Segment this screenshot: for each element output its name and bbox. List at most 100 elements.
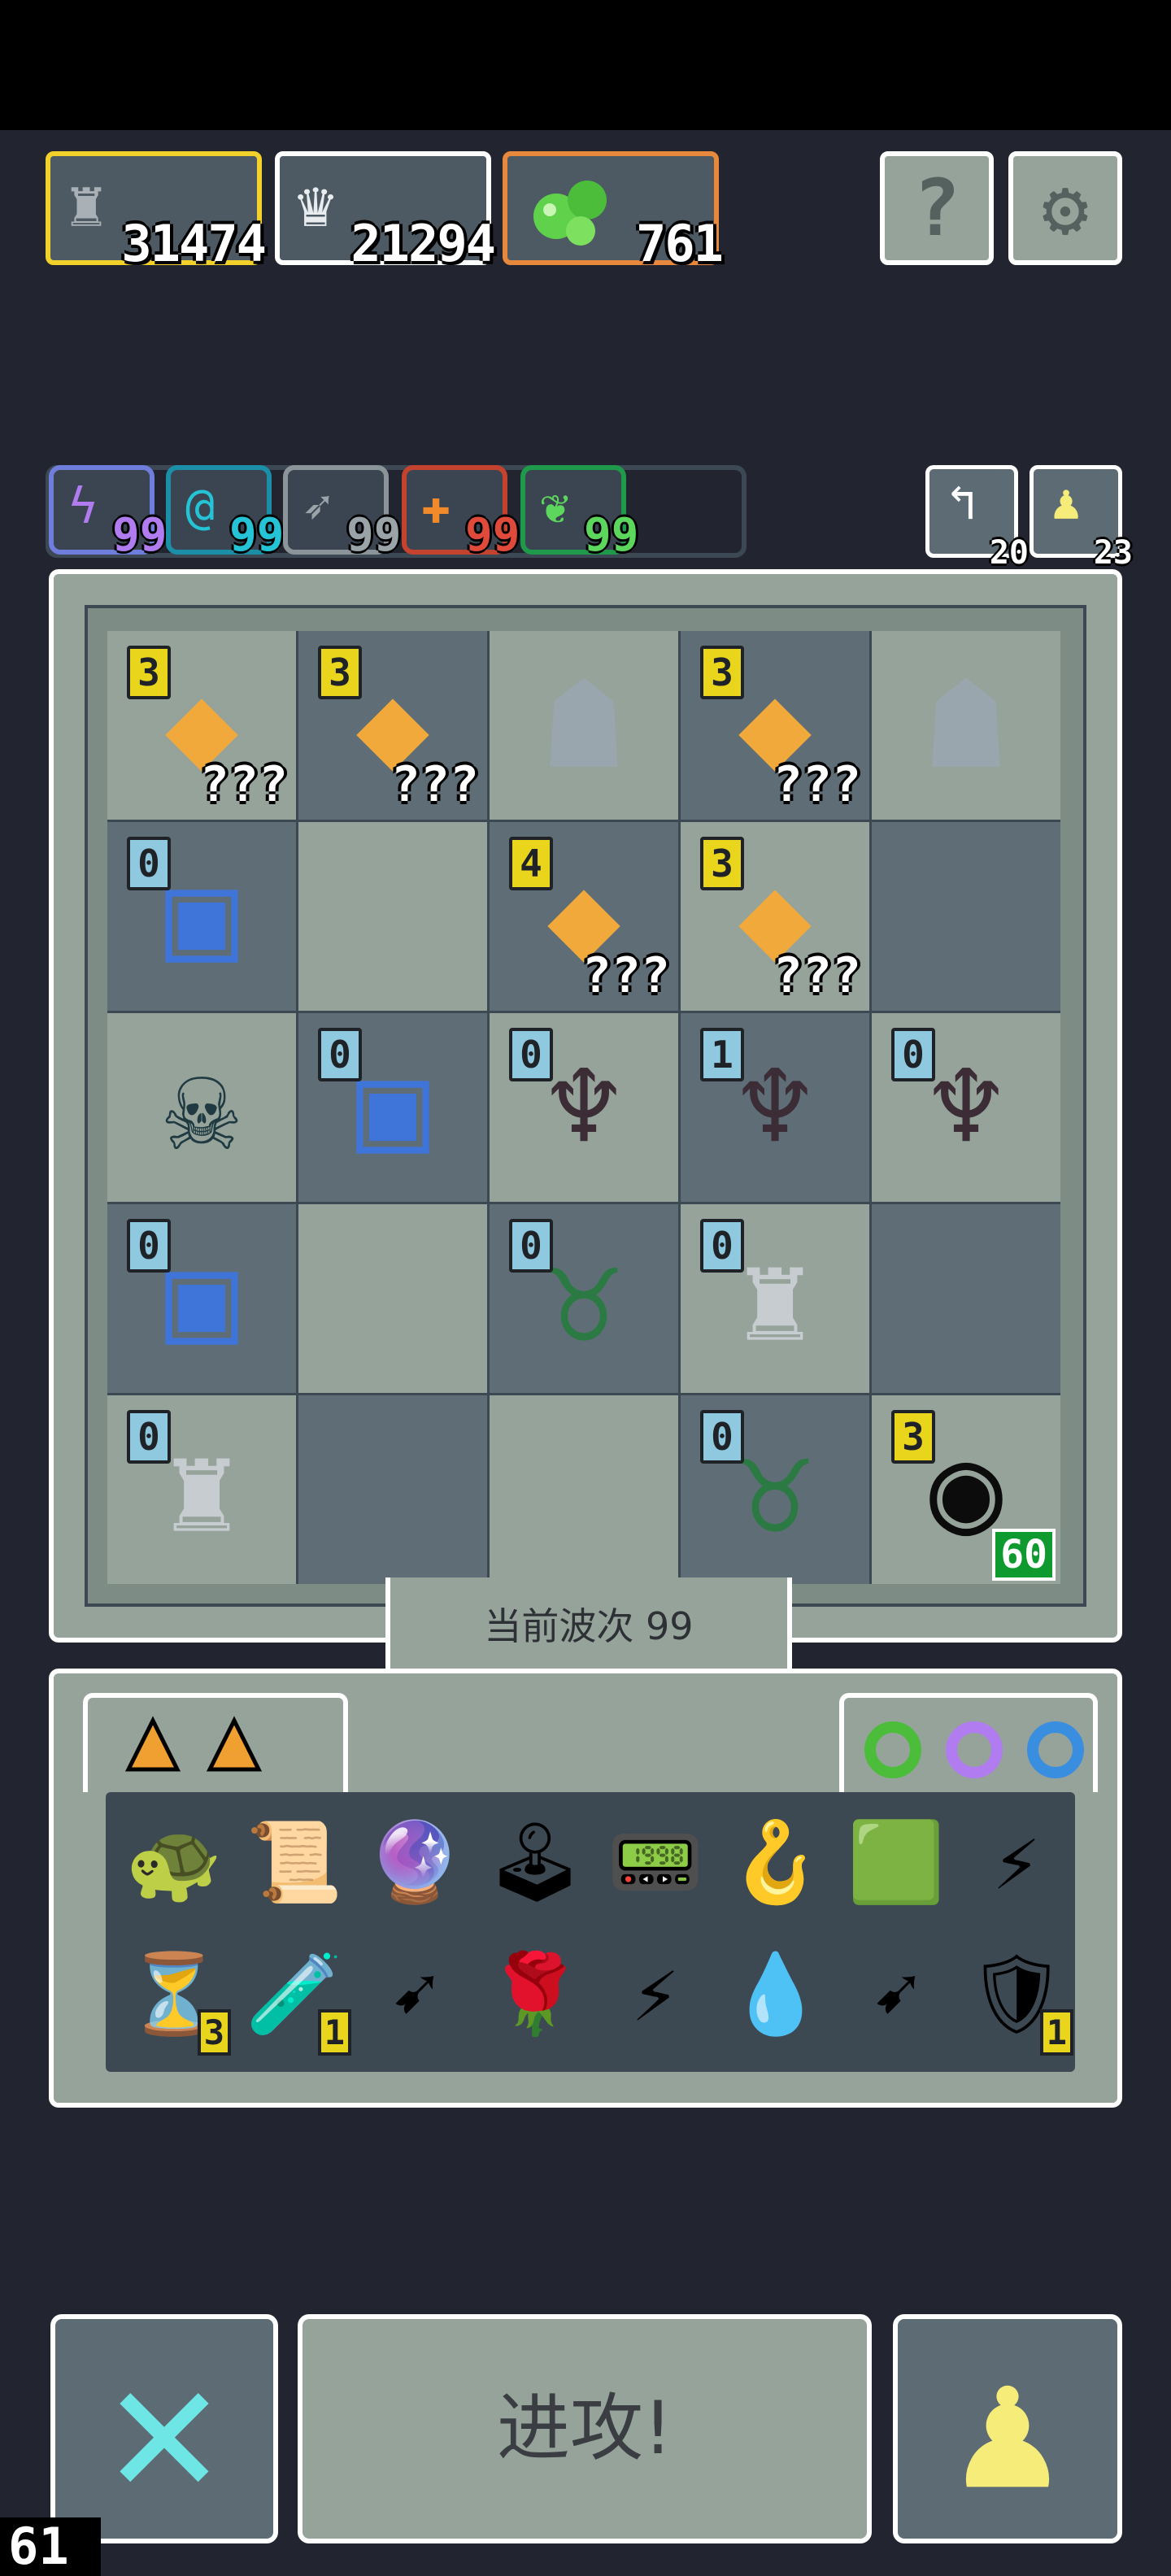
help-button[interactable]: ? <box>880 151 994 265</box>
board-cell[interactable]: ♆ 0 <box>872 1013 1060 1202</box>
orange-triangle-card-icon <box>202 1712 267 1781</box>
board-cell[interactable]: ▣ 0 <box>107 1204 296 1393</box>
pawn-button[interactable]: ♟ 23 <box>1030 465 1133 572</box>
stat-chip-arrow[interactable]: ➶ 99 <box>283 465 401 562</box>
board-cell[interactable]: ♉ 0 <box>681 1395 869 1584</box>
board-cell[interactable]: ◆ 3??? <box>681 631 869 820</box>
purple-lightning-icon[interactable]: ⚡ <box>599 1937 712 2051</box>
cancel-button[interactable]: ✕ <box>50 2314 278 2543</box>
stat-chip-leaf[interactable]: ❦ 99 <box>520 465 638 562</box>
unit-level-badge: 0 <box>700 1219 744 1273</box>
unit-level-badge: 0 <box>509 1028 553 1081</box>
board-cell[interactable]: ♜ 0 <box>681 1204 869 1393</box>
item-count-badge: 1 <box>1039 2009 1073 2056</box>
unit-level-badge: 0 <box>509 1219 553 1273</box>
joystick-icon[interactable]: 🕹 <box>478 1805 592 1919</box>
board-cell[interactable]: ♜ 0 <box>107 1395 296 1584</box>
board-cell[interactable]: ◆ 3??? <box>681 822 869 1011</box>
undo-button[interactable]: ↰ 20 <box>925 465 1029 572</box>
board-cell[interactable] <box>298 1395 487 1584</box>
blue-water-drop-icon[interactable]: 💧 <box>719 1937 833 2051</box>
unit-level-badge: 3 <box>318 646 362 699</box>
ring-tab[interactable] <box>839 1693 1098 1792</box>
attack-button[interactable]: 进攻! <box>298 2314 872 2543</box>
unit-level-badge: 4 <box>509 837 553 890</box>
gear-icon: ⚙ <box>1042 163 1089 254</box>
pawn-icon: ♟ <box>1051 474 1082 531</box>
unit-level-badge: 0 <box>127 1219 171 1273</box>
board-cell[interactable]: ☠ <box>107 1013 296 1202</box>
board-cell[interactable] <box>872 1204 1060 1393</box>
board-cell[interactable]: ♉ 0 <box>490 1204 678 1393</box>
board-cell[interactable]: ♆ 0 <box>490 1013 678 1202</box>
unknown-count-label: ??? <box>773 756 861 813</box>
board-cell[interactable] <box>872 822 1060 1011</box>
item-count-badge: 1 <box>317 2009 351 2056</box>
question-icon: ? <box>913 163 960 254</box>
board-cell[interactable]: ◉ 3 60 <box>872 1395 1060 1584</box>
pawn-icon: ♟ <box>956 2329 1060 2528</box>
stone-golem-icon: ☗ <box>546 655 621 796</box>
spawn-timer: 60 <box>992 1529 1056 1581</box>
green-arrow-icon: ➹ <box>873 1948 920 2039</box>
board-cell[interactable]: ◆ 3??? <box>298 631 487 820</box>
pawn-count: 23 <box>1093 534 1133 572</box>
orange-triangle-card-icon <box>120 1712 185 1781</box>
stat-chip-fire[interactable]: ✚ 99 <box>402 465 520 562</box>
orange-hook-icon[interactable]: 🪝 <box>719 1805 833 1919</box>
card-tab[interactable] <box>83 1693 348 1792</box>
stat-value: 99 <box>346 509 402 562</box>
potion-jar-icon[interactable]: 🧪 1 <box>237 1937 351 2056</box>
stat-value: 99 <box>229 509 285 562</box>
unknown-count-label: ??? <box>390 756 479 813</box>
hourglass-icon[interactable]: ⏳ 3 <box>117 1937 231 2056</box>
unit-level-badge: 0 <box>127 837 171 890</box>
board-cell[interactable]: ☗ <box>872 631 1060 820</box>
green-tile-icon: 🟩 <box>847 1816 945 1908</box>
purple-ring-icon <box>942 1717 1007 1786</box>
blue-orb-crown-icon[interactable]: 🔮 <box>358 1805 472 1919</box>
stat-chip-lightning[interactable]: ϟ 99 <box>49 465 167 562</box>
fps-counter: 61 <box>0 2517 101 2576</box>
board-cell[interactable]: ▣ 0 <box>298 1013 487 1202</box>
board-cell[interactable]: ☗ <box>490 631 678 820</box>
gameboy-icon[interactable]: 📟 <box>599 1805 712 1919</box>
unit-level-badge: 0 <box>700 1410 744 1464</box>
orange-hook-icon: 🪝 <box>727 1816 825 1908</box>
green-tile-icon[interactable]: 🟩 <box>839 1805 953 1919</box>
pink-arrow-icon[interactable]: ➹ <box>358 1937 472 2051</box>
green-arrow-icon[interactable]: ➹ <box>839 1937 953 2051</box>
board-cell[interactable] <box>298 1204 487 1393</box>
board-cell[interactable]: ♆ 1 <box>681 1013 869 1202</box>
unit-level-badge: 3 <box>700 837 744 890</box>
red-shield-icon[interactable]: 🛡 1 <box>960 1937 1073 2056</box>
stat-chip-swirl[interactable]: @ 99 <box>166 465 284 562</box>
green-turtle-shell-icon: 🐢 <box>125 1816 223 1908</box>
red-rose-tile-icon[interactable]: 🌹 <box>478 1937 592 2051</box>
pawn-action-button[interactable]: ♟ <box>893 2314 1122 2543</box>
resource-value: 761 <box>636 214 724 273</box>
resource-value: 31474 <box>121 214 267 273</box>
stat-value: 99 <box>112 509 168 562</box>
blue-lightning-icon[interactable]: ⚡ <box>960 1805 1073 1919</box>
board-cell[interactable] <box>490 1395 678 1584</box>
fire-icon: ✚ <box>421 478 451 535</box>
unknown-count-label: ??? <box>581 947 670 1004</box>
board-cell[interactable] <box>298 822 487 1011</box>
torn-scroll-icon[interactable]: 📜 <box>237 1805 351 1919</box>
blue-lightning-icon: ⚡ <box>993 1817 1040 1908</box>
unit-level-badge: 0 <box>318 1028 362 1081</box>
arrow-icon: ➶ <box>303 478 333 535</box>
board-cell[interactable]: ▣ 0 <box>107 822 296 1011</box>
dark-tentacle-icon: ☠ <box>164 1037 239 1178</box>
unit-level-badge: 3 <box>891 1410 935 1464</box>
item-count-badge: 3 <box>197 2009 231 2056</box>
board-cell[interactable]: ◆ 3??? <box>107 631 296 820</box>
board-grid: ◆ 3??? ◆ 3??? ☗ ◆ 3??? ☗ ▣ 0 ◆ 4??? ◆ 3??? ☠ ▣ 0 ♆ 0 ♆ 1 ♆ 0 ▣ 0… <box>107 631 1060 1584</box>
board-cell[interactable]: ◆ 4??? <box>490 822 678 1011</box>
settings-button[interactable]: ⚙ <box>1008 151 1122 265</box>
green-slime-icon <box>524 168 613 246</box>
resource-trophy-card: ♛ 21294 <box>275 151 496 273</box>
attack-label: 进攻! <box>496 2386 673 2471</box>
green-turtle-shell-icon[interactable]: 🐢 <box>117 1805 231 1919</box>
